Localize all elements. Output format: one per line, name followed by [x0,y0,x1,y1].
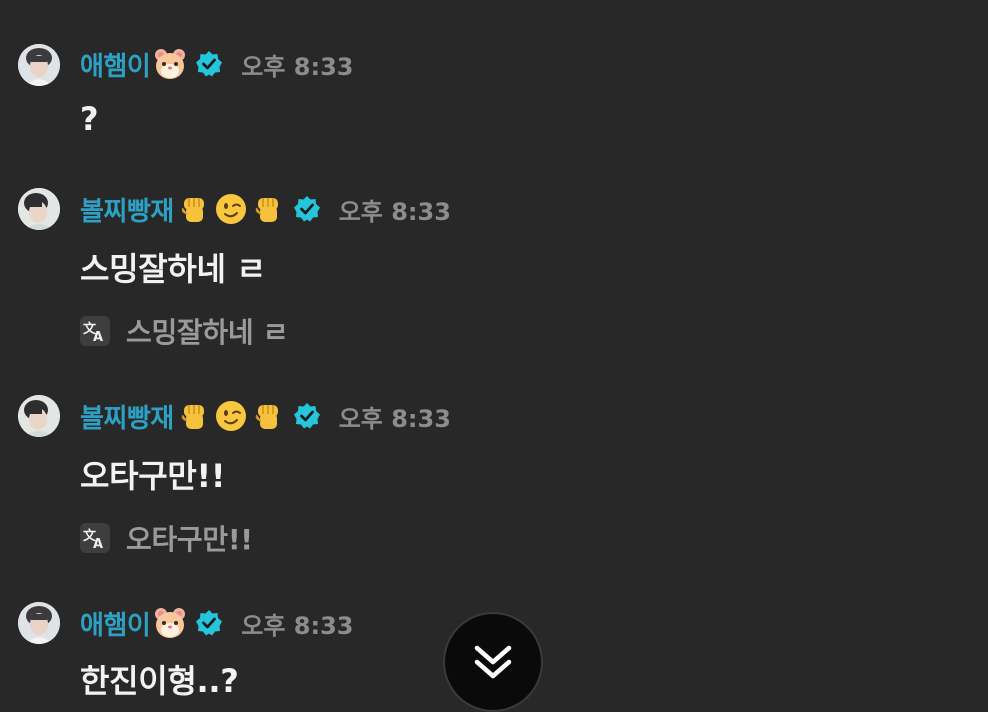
message-time: 오후 8:33 [241,52,354,81]
message-time: 오후 8:33 [241,611,354,640]
translate-icon[interactable]: 文 A [80,523,110,553]
avatar[interactable] [18,602,60,644]
author-name[interactable]: 애햄이 [80,46,151,83]
message-time: 오후 8:33 [338,197,451,226]
scroll-to-bottom-button[interactable] [443,612,543,712]
author-name[interactable]: 볼찌빵재 [80,191,174,228]
double-chevron-down-icon [474,645,512,679]
raised-fist-emoji [177,399,211,433]
translation-row[interactable]: 文 A 오타구만!! [80,521,253,556]
verified-badge-icon [195,50,223,78]
raised-fist-emoji [251,192,285,226]
message-text: 한진이형..? [80,662,239,700]
verified-badge-icon [195,609,223,637]
raised-fist-emoji [177,192,211,226]
hamster-emoji [153,47,187,81]
avatar[interactable] [18,44,60,86]
author-name[interactable]: 애햄이 [80,605,151,642]
translation-row[interactable]: 文 A 스밍잘하네 ㄹ [80,314,289,349]
svg-text:A: A [93,537,103,551]
message-time: 오후 8:33 [338,404,451,433]
message-text: 오타구만!! [80,457,226,495]
avatar[interactable] [18,188,60,230]
translated-text: 스밍잘하네 ㄹ [126,316,289,349]
translated-text: 오타구만!! [126,523,253,556]
message-text: ? [80,100,99,138]
raised-fist-emoji [251,399,285,433]
hamster-emoji [153,606,187,640]
translate-icon[interactable]: 文 A [80,316,110,346]
verified-badge-icon [293,195,321,223]
message-text: 스밍잘하네 ㄹ [80,250,266,288]
chat-log: 애햄이 오후 8:33 ? 볼찌빵재 오후 8:33 스밍잘하네 ㄹ 文 A 스… [0,0,988,712]
avatar[interactable] [18,395,60,437]
author-name[interactable]: 볼찌빵재 [80,398,174,435]
winking-face-emoji [214,192,248,226]
svg-text:A: A [93,330,103,344]
winking-face-emoji [214,399,248,433]
verified-badge-icon [293,402,321,430]
